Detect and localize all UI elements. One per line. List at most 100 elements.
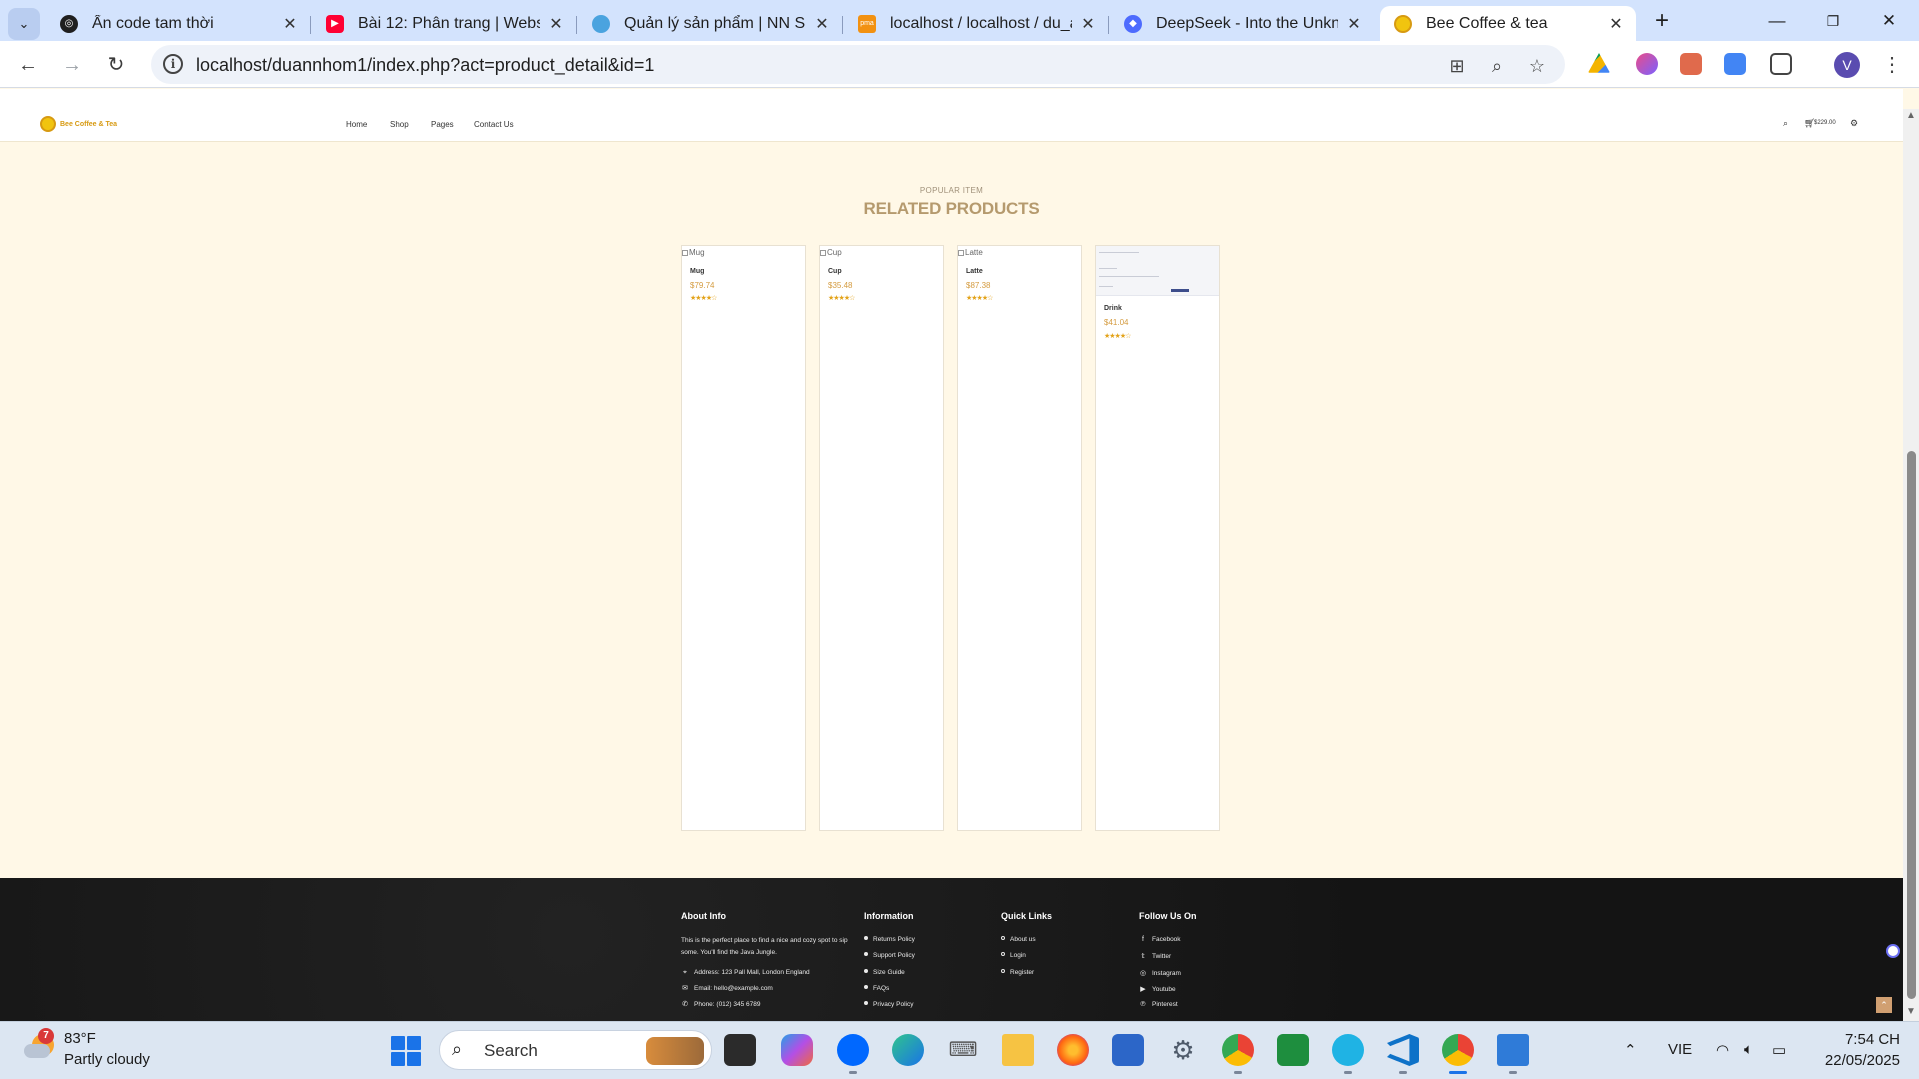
footer-link-size-guide[interactable]: Size Guide: [864, 969, 905, 976]
forward-button[interactable]: →: [56, 49, 88, 81]
edge-icon[interactable]: [892, 1034, 924, 1066]
clock-time[interactable]: 7:54 CH: [1818, 1031, 1900, 1048]
url-text[interactable]: localhost/duannhom1/index.php?act=produc…: [196, 55, 654, 76]
social-twitter[interactable]: 𝕥 Twitter: [1139, 952, 1171, 960]
site-info-icon[interactable]: i: [163, 54, 183, 74]
sheets-app-icon[interactable]: [1277, 1034, 1309, 1066]
restore-button[interactable]: ❐: [1810, 6, 1856, 36]
extension-icon[interactable]: [1636, 53, 1658, 75]
product-image-broken[interactable]: Latte: [958, 248, 983, 257]
nav-shop[interactable]: Shop: [390, 120, 409, 129]
product-image-broken[interactable]: Cup: [820, 248, 842, 257]
footer-phone[interactable]: ✆ Phone: (012) 345 6789: [681, 999, 760, 1011]
social-facebook[interactable]: f Facebook: [1139, 936, 1181, 943]
browser-tab[interactable]: ▶ Bài 12: Phân trang | Websit ✕: [312, 6, 577, 41]
product-name[interactable]: Mug: [690, 268, 704, 275]
product-name[interactable]: Drink: [1104, 305, 1122, 312]
file-explorer-icon[interactable]: [1002, 1034, 1034, 1066]
chat-widget-icon[interactable]: [1886, 944, 1900, 958]
product-card[interactable]: Mug Mug $79.74 ★★★★☆: [681, 245, 806, 831]
copilot-icon[interactable]: [781, 1034, 813, 1066]
nav-home[interactable]: Home: [346, 120, 367, 129]
minimize-button[interactable]: —: [1754, 6, 1800, 36]
footer-link-returns-policy[interactable]: Returns Policy: [864, 936, 915, 943]
close-tab-icon[interactable]: ✕: [280, 14, 300, 34]
browser-tab[interactable]: ◎ Ẩn code tam thời ✕: [46, 6, 311, 41]
volume-icon[interactable]: 🔈︎: [1744, 1041, 1753, 1058]
close-tab-icon[interactable]: ✕: [812, 14, 832, 34]
profile-avatar[interactable]: V: [1834, 52, 1860, 78]
back-button[interactable]: ←: [12, 49, 44, 81]
footer-quick-links-title: Quick Links: [1001, 911, 1053, 921]
nav-contact-us[interactable]: Contact Us: [474, 120, 514, 129]
tab-search-button[interactable]: ⌄: [8, 8, 40, 40]
settings-gear-icon[interactable]: ⚙: [1167, 1034, 1199, 1066]
nav-pages[interactable]: Pages: [431, 120, 454, 129]
footer-link-register[interactable]: Register: [1001, 969, 1034, 976]
show-hidden-icons-chevron-icon[interactable]: ⌃: [1624, 1041, 1637, 1059]
scrollbar-thumb[interactable]: [1907, 451, 1916, 999]
extension-icon[interactable]: [1680, 53, 1702, 75]
google-drive-extension-icon[interactable]: [1588, 53, 1610, 73]
footer-email[interactable]: ✉ Email: hello@example.com: [681, 983, 773, 995]
extensions-puzzle-icon[interactable]: [1770, 53, 1792, 75]
notepad-icon[interactable]: [1497, 1034, 1529, 1066]
footer-link-support-policy[interactable]: Support Policy: [864, 952, 915, 959]
product-image[interactable]: [1096, 246, 1219, 296]
social-instagram[interactable]: ◎ Instagram: [1139, 969, 1181, 977]
social-youtube[interactable]: ▶ Youtube: [1139, 985, 1175, 993]
reload-button[interactable]: ↻: [100, 49, 132, 81]
close-tab-icon[interactable]: ✕: [1606, 14, 1626, 34]
product-name[interactable]: Cup: [828, 268, 842, 275]
scroll-to-top-button[interactable]: ⌃: [1876, 997, 1892, 1013]
chrome-icon[interactable]: [1442, 1034, 1474, 1066]
search-icon[interactable]: ⌕: [1783, 118, 1788, 129]
settings-icon[interactable]: ⚙: [1850, 118, 1858, 129]
close-window-button[interactable]: ✕: [1866, 6, 1912, 36]
product-card[interactable]: Cup Cup $35.48 ★★★★☆: [819, 245, 944, 831]
keyboard-icon[interactable]: ⌨: [947, 1034, 979, 1066]
browser-tab[interactable]: ◆ DeepSeek - Into the Unkno ✕: [1110, 6, 1374, 41]
social-pinterest[interactable]: ℗ Pinterest: [1139, 1001, 1177, 1008]
zoom-icon[interactable]: ⌕: [1485, 54, 1509, 78]
browser-tab-active[interactable]: Bee Coffee & tea ✕: [1380, 6, 1636, 41]
bookmark-star-icon[interactable]: ☆: [1525, 54, 1549, 78]
messaging-app-icon[interactable]: [1332, 1034, 1364, 1066]
weather-widget[interactable]: 7: [24, 1028, 56, 1062]
footer-link-login[interactable]: Login: [1001, 952, 1026, 959]
google-translate-extension-icon[interactable]: [1724, 53, 1746, 75]
new-tab-button[interactable]: +: [1648, 8, 1676, 36]
address-bar[interactable]: i localhost/duannhom1/index.php?act=prod…: [151, 45, 1565, 84]
microsoft-store-icon[interactable]: [1112, 1034, 1144, 1066]
cart-total[interactable]: $229.00: [1814, 120, 1836, 126]
footer-link-faqs[interactable]: FAQs: [864, 985, 889, 992]
zalo-icon[interactable]: [837, 1034, 869, 1066]
site-logo[interactable]: Bee Coffee & Tea: [40, 116, 117, 132]
wifi-icon[interactable]: ◠: [1716, 1041, 1729, 1059]
product-name[interactable]: Latte: [966, 268, 983, 275]
weather-temperature[interactable]: 83°F: [64, 1030, 96, 1047]
translate-icon[interactable]: ⊞: [1445, 54, 1469, 78]
close-tab-icon[interactable]: ✕: [546, 14, 566, 34]
close-tab-icon[interactable]: ✕: [1078, 14, 1098, 34]
footer-link-about-us[interactable]: About us: [1001, 936, 1036, 943]
clock-date[interactable]: 22/05/2025: [1808, 1052, 1900, 1069]
product-card[interactable]: Latte Latte $87.38 ★★★★☆: [957, 245, 1082, 831]
taskbar-search[interactable]: ⌕ Search: [439, 1030, 712, 1070]
chrome-profile-icon[interactable]: [1222, 1034, 1254, 1066]
firefox-icon[interactable]: [1057, 1034, 1089, 1066]
weather-condition[interactable]: Partly cloudy: [64, 1051, 150, 1068]
browser-tab[interactable]: pma localhost / localhost / du_a ✕: [844, 6, 1109, 41]
browser-tab[interactable]: Quản lý sản phẩm | NN Sh ✕: [578, 6, 843, 41]
product-card[interactable]: Drink $41.04 ★★★★☆: [1095, 245, 1220, 831]
product-image-broken[interactable]: Mug: [682, 248, 705, 257]
menu-kebab-icon[interactable]: ⋮: [1882, 51, 1902, 79]
windows-start-button[interactable]: [391, 1036, 421, 1066]
close-tab-icon[interactable]: ✕: [1344, 14, 1364, 34]
footer-link-privacy-policy[interactable]: Privacy Policy: [864, 1001, 913, 1008]
scroll-up-arrow-icon[interactable]: ▲: [1905, 110, 1917, 121]
battery-icon[interactable]: ▭: [1772, 1041, 1786, 1059]
input-language[interactable]: VIE: [1668, 1041, 1692, 1058]
scroll-down-arrow-icon[interactable]: ▼: [1905, 1006, 1917, 1017]
task-view-icon[interactable]: [724, 1034, 756, 1066]
